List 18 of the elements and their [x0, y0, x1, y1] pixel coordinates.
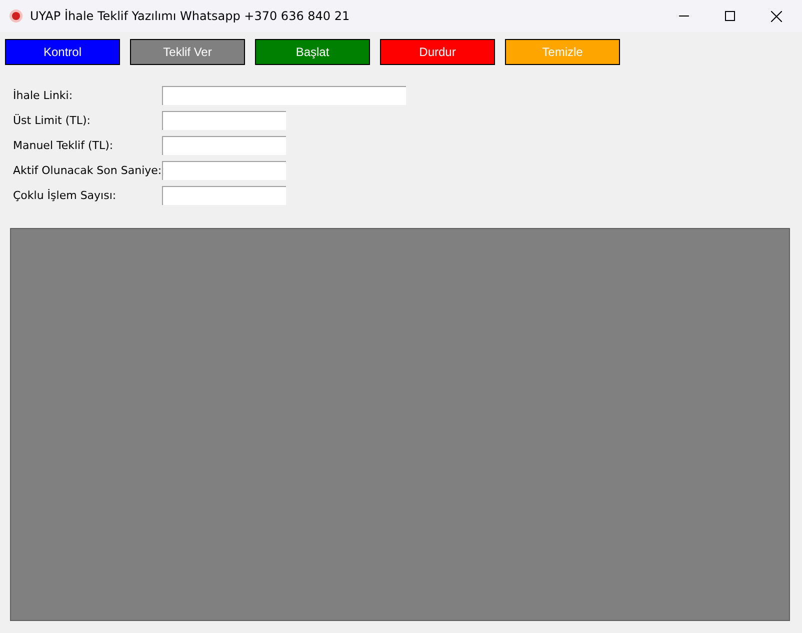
input-field[interactable]: [162, 136, 286, 154]
field-label: Manuel Teklif (TL):: [13, 138, 114, 152]
action-button[interactable]: Durdur: [380, 39, 495, 65]
action-button[interactable]: Teklif Ver: [130, 39, 245, 65]
close-icon[interactable]: [771, 10, 782, 22]
action-button[interactable]: Başlat: [255, 39, 370, 65]
input-field[interactable]: [162, 110, 286, 130]
action-button[interactable]: Kontrol: [5, 39, 120, 65]
field-label: Üst Limit (TL):: [13, 114, 92, 126]
input-field[interactable]: [162, 86, 406, 104]
window-title: UYAP İhale Teklif Yazılımı Whatsapp +370 636 840 21: [30, 9, 350, 23]
field-label: İhale Linki:: [13, 88, 74, 102]
field-label: Çoklu İşlem Sayısı:: [13, 188, 118, 202]
input-field[interactable]: [162, 186, 286, 204]
maximize-icon[interactable]: [725, 11, 735, 21]
app-icon: [9, 9, 23, 23]
field-label: Aktif Olunacak Son Saniye:: [13, 164, 162, 176]
input-field[interactable]: [162, 160, 286, 180]
